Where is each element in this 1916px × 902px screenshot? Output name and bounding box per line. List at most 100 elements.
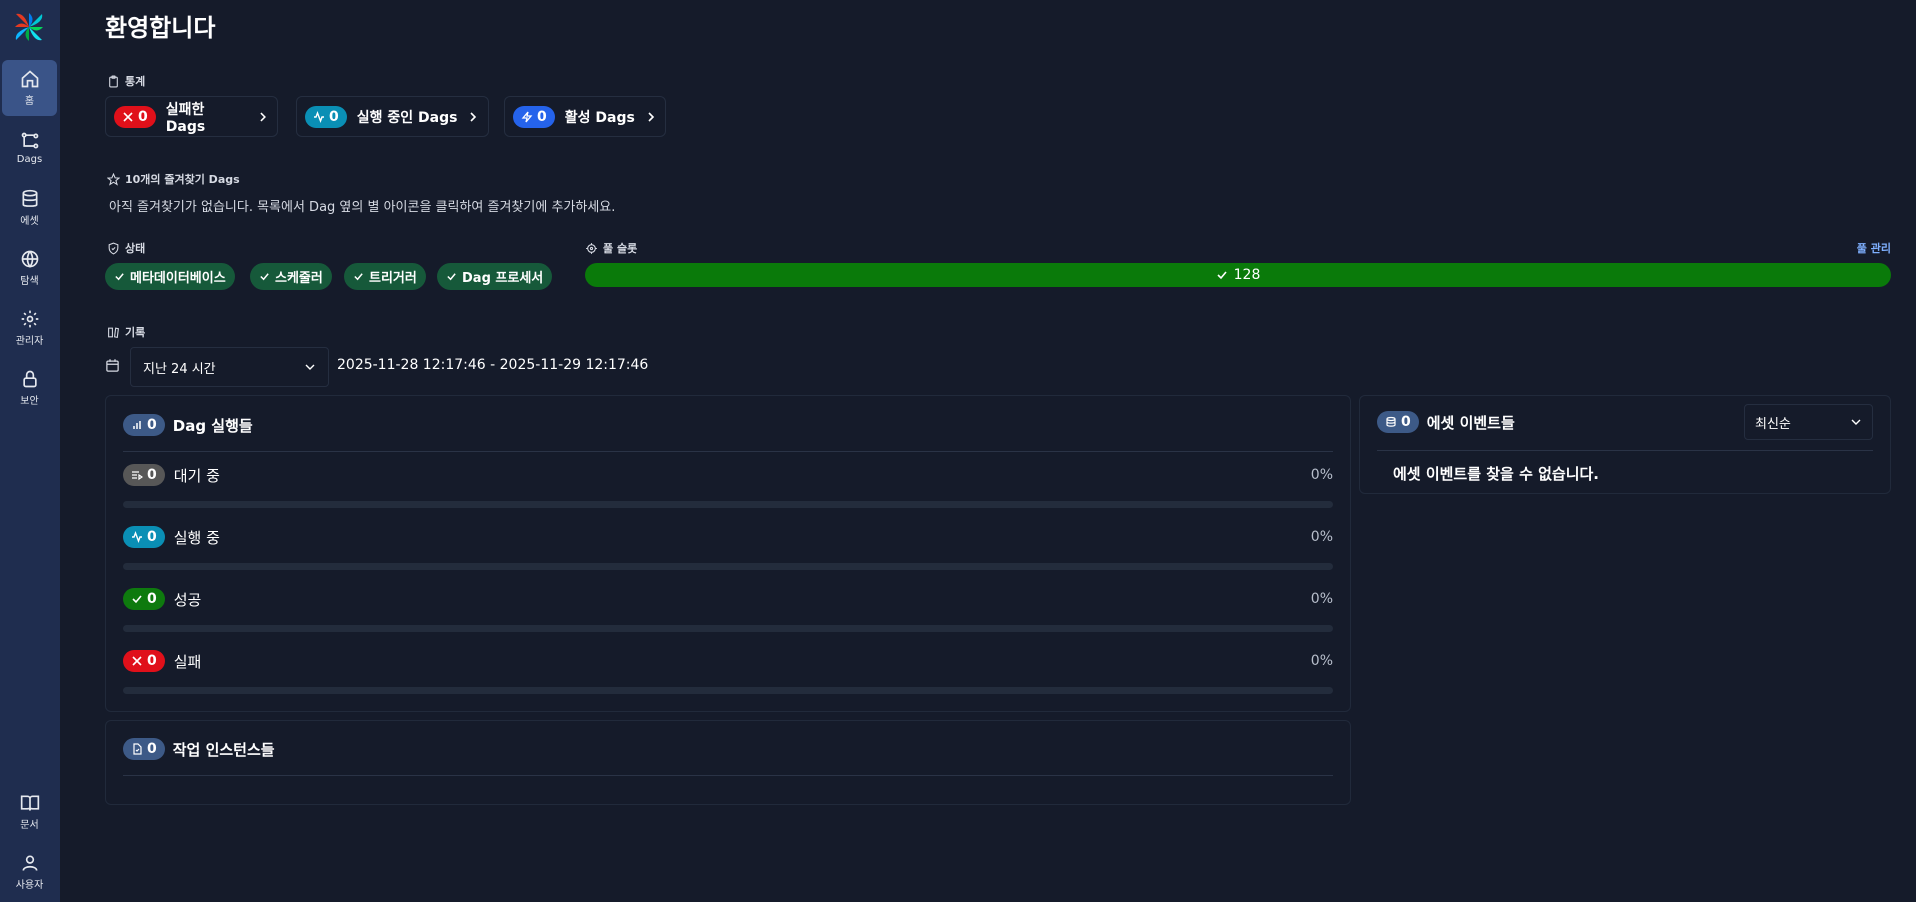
dag-runs-row-running[interactable]: 0 실행 중 0% — [123, 526, 1333, 548]
dag-runs-header: 0 Dag 실행들 — [123, 414, 253, 436]
queued-percent: 0% — [1310, 467, 1333, 483]
failed-progress-bar — [123, 687, 1333, 694]
sidebar-item-user[interactable]: 사용자 — [2, 844, 57, 900]
airflow-logo[interactable] — [12, 10, 46, 44]
pool-slots-count: 128 — [1233, 267, 1261, 283]
sidebar-item-label: 사용자 — [15, 880, 44, 891]
shield-icon — [108, 242, 119, 255]
sidebar-item-label: 홈 — [24, 96, 35, 107]
failed-count-badge: 0 — [123, 650, 165, 672]
queue-icon — [132, 471, 143, 481]
success-percent: 0% — [1310, 591, 1333, 607]
health-label: 상태 — [107, 240, 145, 256]
health-chip-triggerer: 트리거러 — [344, 263, 426, 290]
divider — [123, 451, 1333, 452]
asset-events-panel: 0 에셋 이벤트들 최신순 에셋 이벤트를 찾을 수 없습니다. — [1359, 395, 1891, 494]
gear-icon — [21, 310, 38, 328]
health-chip-scheduler: 스케줄러 — [250, 263, 332, 290]
close-icon — [123, 111, 133, 122]
user-icon — [22, 855, 37, 871]
history-icon — [108, 327, 119, 338]
asset-events-title: 에셋 이벤트들 — [1426, 413, 1515, 432]
failed-dags-card[interactable]: 0 실패한 Dags — [105, 96, 278, 137]
time-range-select[interactable]: 지난 24 시간 — [130, 347, 329, 387]
asset-sort-value: 최신순 — [1755, 416, 1791, 432]
activity-icon — [132, 531, 142, 543]
sidebar-item-label: 탐색 — [20, 276, 39, 287]
chevron-right-icon — [260, 112, 267, 121]
check-icon — [354, 273, 363, 281]
check-icon — [132, 595, 142, 604]
globe-icon — [21, 250, 38, 268]
stats-label: 통계 — [107, 73, 145, 89]
pool-slots-label: 풀 슬롯 — [585, 240, 637, 256]
dag-runs-panel: 0 Dag 실행들 0 대기 중 0% 0 실행 중 0% 0 성공 0% 0 … — [105, 395, 1351, 712]
sidebar-item-label: Dags — [16, 154, 43, 165]
file-icon — [133, 743, 142, 755]
close-icon — [132, 656, 142, 666]
history-label: 기록 — [107, 324, 145, 340]
asset-sort-select[interactable]: 최신순 — [1744, 404, 1873, 440]
dag-runs-count-badge: 0 — [123, 414, 165, 436]
asset-events-count-badge: 0 — [1377, 411, 1419, 433]
asset-events-header: 0 에셋 이벤트들 — [1377, 411, 1515, 433]
sidebar-item-security[interactable]: 보안 — [2, 360, 57, 416]
chevron-right-icon — [648, 111, 654, 122]
active-dags-label: 활성 Dags — [564, 109, 635, 126]
dag-runs-title: Dag 실행들 — [172, 416, 253, 435]
active-dags-card[interactable]: 0 활성 Dags — [504, 96, 666, 137]
star-icon — [107, 172, 120, 186]
sidebar-item-browse[interactable]: 탐색 — [2, 240, 57, 296]
activity-icon — [314, 110, 324, 123]
check-icon — [260, 273, 269, 281]
health-chip-metadatabase: 메타데이터베이스 — [105, 263, 235, 290]
dag-runs-row-success[interactable]: 0 성공 0% — [123, 588, 1333, 610]
running-percent: 0% — [1310, 529, 1333, 545]
clipboard-icon — [109, 75, 118, 87]
chevron-down-icon — [1851, 419, 1861, 425]
database-icon — [22, 189, 37, 207]
success-count-badge: 0 — [123, 588, 165, 610]
pool-slots-bar[interactable]: 128 — [585, 263, 1891, 287]
sidebar-item-home[interactable]: 홈 — [2, 60, 57, 116]
sidebar-item-label: 에셋 — [20, 216, 39, 227]
failed-dags-label: 실패한 Dags — [165, 101, 206, 135]
sidebar-item-admin[interactable]: 관리자 — [2, 300, 57, 356]
favorites-label: 10개의 즐겨찾기 Dags — [107, 171, 240, 187]
dag-runs-row-queued[interactable]: 0 대기 중 0% — [123, 464, 1333, 486]
chevron-down-icon — [305, 364, 315, 370]
running-count-badge: 0 — [305, 105, 347, 128]
check-icon — [447, 273, 456, 281]
manage-pools-link[interactable]: 풀 관리 — [1857, 240, 1891, 256]
dag-runs-row-failed[interactable]: 0 실패 0% — [123, 650, 1333, 672]
failed-count-badge: 0 — [114, 105, 156, 128]
running-dags-card[interactable]: 0 실행 중인 Dags — [296, 96, 489, 137]
lock-icon — [22, 370, 37, 388]
page-title: 환영합니다 — [105, 14, 216, 42]
calendar-icon — [106, 359, 119, 372]
favorites-empty-text: 아직 즐겨찾기가 없습니다. 목록에서 Dag 옆의 별 아이콘을 클릭하여 즐… — [109, 200, 616, 215]
sidebar: 홈 Dags 에셋 탐색 관리자 보안 문서 사용자 — [0, 0, 60, 902]
chevron-right-icon — [470, 111, 477, 122]
asset-events-empty-text: 에셋 이벤트를 찾을 수 없습니다. — [1393, 465, 1599, 483]
sidebar-item-assets[interactable]: 에셋 — [2, 180, 57, 236]
sidebar-item-dags[interactable]: Dags — [2, 120, 57, 176]
running-count-badge: 0 — [123, 526, 165, 548]
sidebar-item-label: 관리자 — [15, 336, 44, 347]
time-range-value: 지난 24 시간 — [143, 361, 216, 377]
failed-percent: 0% — [1310, 653, 1333, 669]
divider — [123, 775, 1333, 776]
bar-chart-icon — [133, 421, 141, 429]
check-icon — [115, 273, 124, 281]
active-count-badge: 0 — [513, 105, 555, 128]
running-dags-label: 실행 중인 Dags — [356, 109, 458, 126]
sidebar-item-docs[interactable]: 문서 — [2, 784, 57, 840]
zap-icon — [521, 111, 533, 122]
task-instances-title: 작업 인스턴스들 — [172, 740, 275, 759]
time-range-text: 2025-11-28 12:17:46 - 2025-11-29 12:17:4… — [337, 357, 649, 373]
sidebar-item-label: 문서 — [20, 820, 39, 831]
book-icon — [20, 795, 39, 811]
running-progress-bar — [123, 563, 1333, 570]
task-instances-header: 0 작업 인스턴스들 — [123, 738, 275, 760]
queued-progress-bar — [123, 501, 1333, 508]
